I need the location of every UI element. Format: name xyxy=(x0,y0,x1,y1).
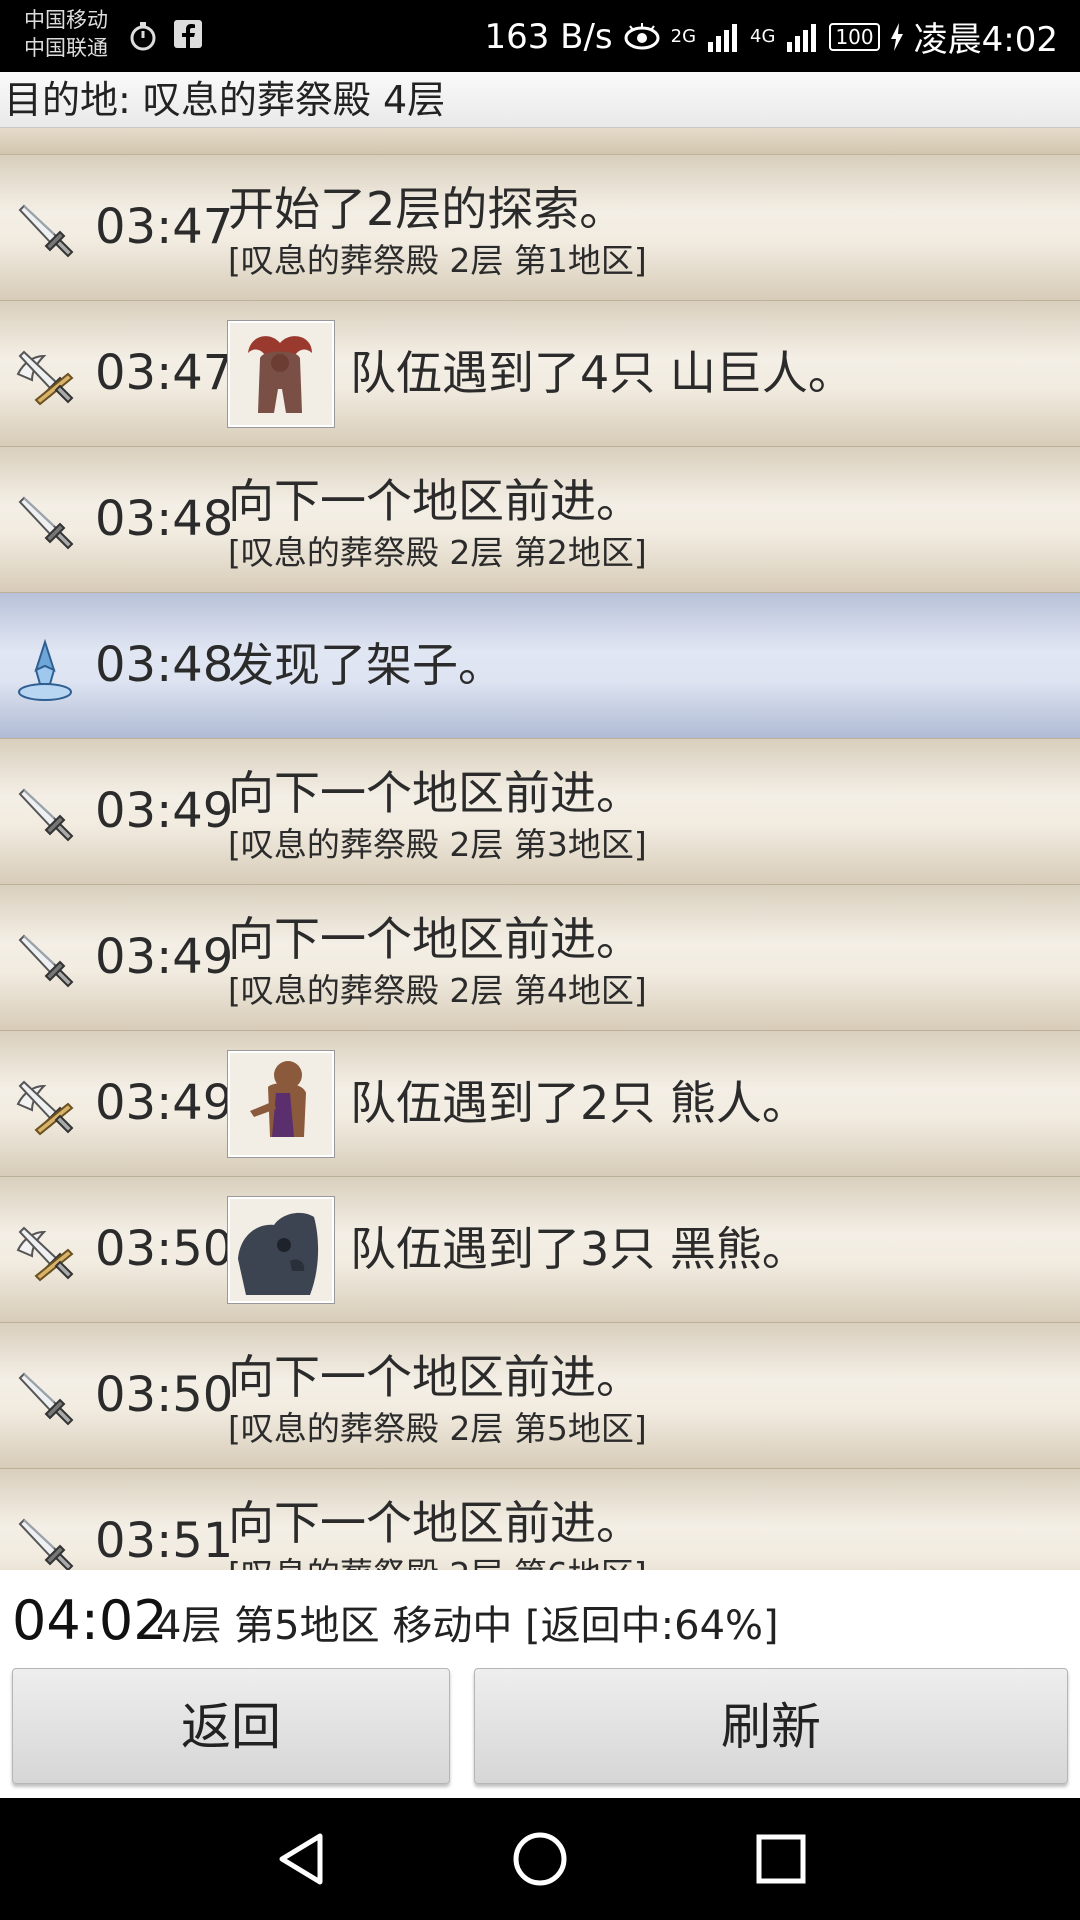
sword-icon xyxy=(10,782,80,852)
log-row[interactable]: 03:49 队伍遇到了2只 熊人。 xyxy=(0,1031,1080,1177)
log-time: 03:49 xyxy=(95,1075,234,1131)
log-message: 向下一个地区前进。 xyxy=(228,1350,642,1404)
charging-icon xyxy=(890,22,903,51)
status-time: 凌晨4:02 xyxy=(913,20,1058,60)
black-bear-thumbnail xyxy=(227,1196,335,1304)
log-message: 队伍遇到了3只 黑熊。 xyxy=(350,1222,808,1276)
facebook-icon xyxy=(174,20,202,48)
log-time: 03:48 xyxy=(95,491,234,547)
sword-icon xyxy=(10,1512,80,1570)
eye-comfort-icon xyxy=(624,22,660,49)
footer: 04:02 4层 第5地区 移动中 [返回中:64%] 返回 刷新 xyxy=(0,1570,1080,1798)
navigation-bar xyxy=(0,1798,1080,1920)
log-time: 03:47 xyxy=(95,199,234,255)
log-row[interactable]: 03:47 开始了2层的探索。 [叹息的葬祭殿 2层 第1地区] xyxy=(0,155,1080,301)
log-row[interactable]: 03:49 向下一个地区前进。 [叹息的葬祭殿 2层 第3地区] xyxy=(0,739,1080,885)
log-list[interactable]: 03:47 开始了2层的探索。 [叹息的葬祭殿 2层 第1地区] 03:47 队伍遇到了… xyxy=(0,128,1080,1570)
log-row[interactable]: 03:48 向下一个地区前进。 [叹息的葬祭殿 2层 第2地区] xyxy=(0,447,1080,593)
carrier-1: 中国移动 xyxy=(24,8,108,32)
log-time: 03:50 xyxy=(95,1221,234,1277)
crossed-swords-icon xyxy=(10,1074,80,1144)
log-time: 03:51 xyxy=(95,1513,234,1569)
log-location: [叹息的葬祭殿 2层 第2地区] xyxy=(228,533,647,572)
log-message: 发现了架子。 xyxy=(228,638,504,692)
signal-bars-icon xyxy=(708,23,738,52)
log-row[interactable]: 03:48 发现了架子。 xyxy=(0,593,1080,739)
log-message: 开始了2层的探索。 xyxy=(228,182,626,236)
nav-back-icon[interactable] xyxy=(270,1828,332,1890)
log-message: 队伍遇到了2只 熊人。 xyxy=(350,1076,808,1130)
sword-icon xyxy=(10,490,80,560)
bearman-thumbnail xyxy=(227,1050,335,1158)
carrier-info: 中国移动 中国联通 xyxy=(24,6,108,62)
mountain-giant-thumbnail xyxy=(227,320,335,428)
nav-recents-icon[interactable] xyxy=(750,1828,812,1890)
signal-2g-label: 2G xyxy=(670,26,697,47)
log-location: [叹息的葬祭殿 2层 第4地区] xyxy=(228,971,647,1010)
net-speed: 163 B/s xyxy=(484,16,613,57)
log-row[interactable]: 03:47 队伍遇到了4只 山巨人。 xyxy=(0,301,1080,447)
footer-status: 4层 第5地区 移动中 [返回中:64%] xyxy=(156,1603,779,1649)
log-location: [叹息的葬祭殿 2层 第3地区] xyxy=(228,825,647,864)
log-location: [叹息的葬祭殿 2层 第1地区] xyxy=(228,241,647,280)
log-message: 向下一个地区前进。 xyxy=(228,1496,642,1550)
log-row[interactable]: 03:49 向下一个地区前进。 [叹息的葬祭殿 2层 第4地区] xyxy=(0,885,1080,1031)
log-time: 03:49 xyxy=(95,929,234,985)
carrier-2: 中国联通 xyxy=(24,36,108,60)
back-button[interactable]: 返回 xyxy=(12,1668,450,1784)
log-message: 向下一个地区前进。 xyxy=(228,766,642,820)
crossed-swords-icon xyxy=(10,1220,80,1290)
log-time: 03:49 xyxy=(95,783,234,839)
log-row[interactable]: 03:51向下一个地区前进。 [叹息的葬祭殿 2层 第6地区] xyxy=(0,1469,1080,1570)
log-message: 向下一个地区前进。 xyxy=(228,474,642,528)
battery-icon: 100 xyxy=(829,22,880,51)
status-right: 163 B/s 2G 4G 100 凌晨4:02 xyxy=(484,12,1058,61)
sword-icon xyxy=(10,198,80,268)
log-list-top-edge xyxy=(0,128,1080,155)
status-bar: 中国移动 中国联通 163 B/s 2G 4G 100 凌晨4:02 xyxy=(0,0,1080,72)
crossed-swords-icon xyxy=(10,344,80,414)
stopwatch-icon xyxy=(130,22,156,51)
log-time: 03:48 xyxy=(95,637,234,693)
crystal-icon xyxy=(10,636,80,706)
log-location: [叹息的葬祭殿 2层 第5地区] xyxy=(228,1409,647,1448)
log-message: 队伍遇到了4只 山巨人。 xyxy=(350,346,854,400)
sword-icon xyxy=(10,928,80,998)
nav-home-icon[interactable] xyxy=(509,1828,571,1890)
log-location: [叹息的葬祭殿 2层 第6地区] xyxy=(228,1555,647,1570)
sword-icon xyxy=(10,1366,80,1436)
footer-clock: 04:02 xyxy=(12,1589,168,1652)
log-row[interactable]: 03:50 队伍遇到了3只 黑熊。 xyxy=(0,1177,1080,1323)
signal-bars-icon xyxy=(787,23,817,52)
signal-4g-label: 4G xyxy=(750,26,776,47)
refresh-button[interactable]: 刷新 xyxy=(474,1668,1068,1784)
log-time: 03:50 xyxy=(95,1367,234,1423)
log-time: 03:47 xyxy=(95,345,234,401)
screen: 中国移动 中国联通 163 B/s 2G 4G 100 凌晨4:02 目的地: … xyxy=(0,0,1080,1920)
destination-header: 目的地: 叹息的葬祭殿 4层 xyxy=(0,72,1080,128)
log-message: 向下一个地区前进。 xyxy=(228,912,642,966)
log-row[interactable]: 03:50 向下一个地区前进。 [叹息的葬祭殿 2层 第5地区] xyxy=(0,1323,1080,1469)
